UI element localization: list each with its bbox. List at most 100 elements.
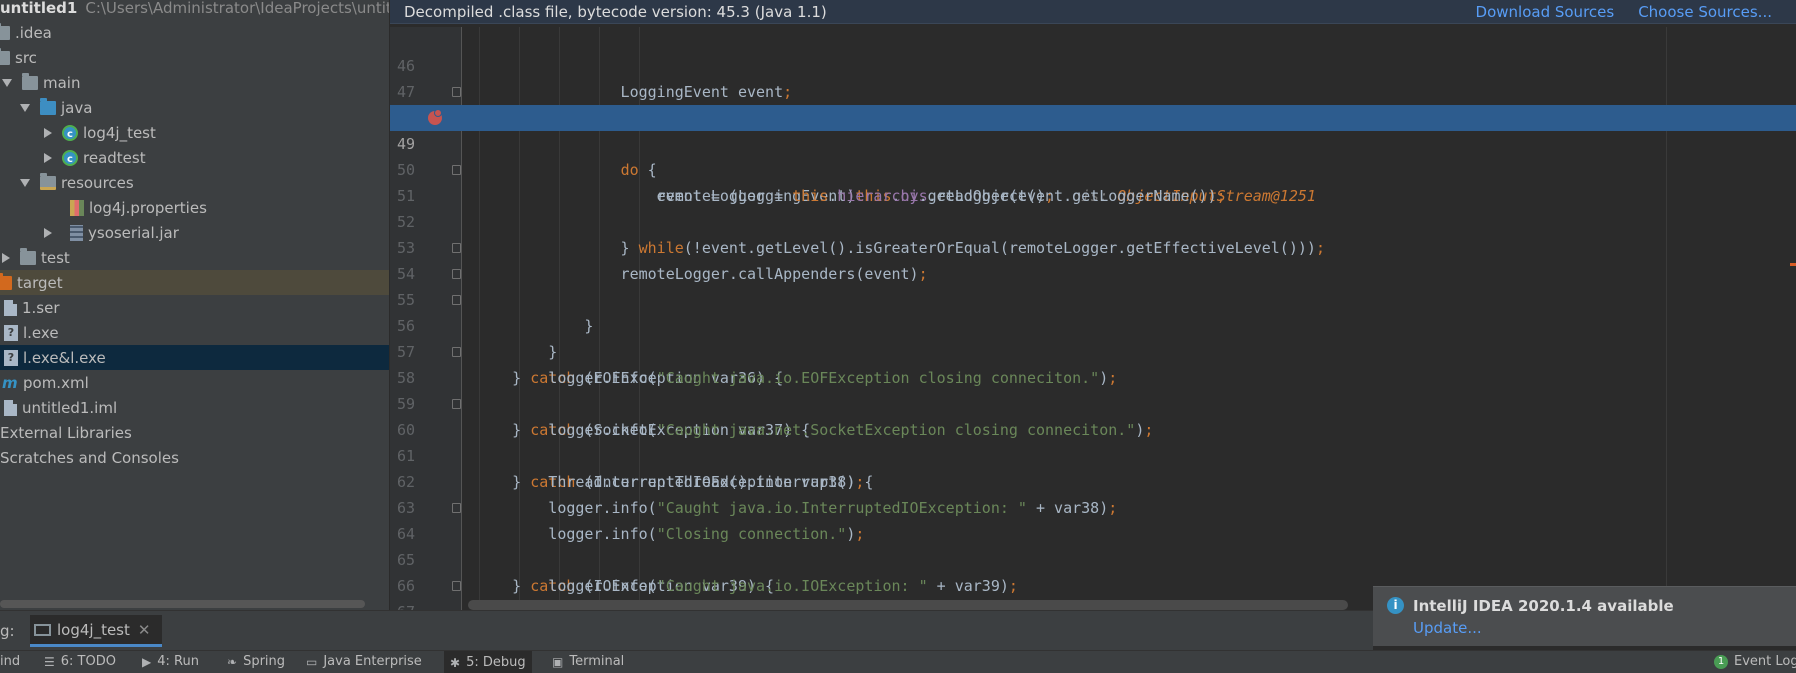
tree-item-label: 1.ser (22, 298, 60, 317)
tool-window-bar: ind ☰ 6: TODO ▶ 4: Run ❧ Spring ▭ Java E… (0, 650, 1796, 673)
class-icon: c (62, 149, 78, 166)
choose-sources-link[interactable]: Choose Sources... (1638, 3, 1772, 21)
tree-item-label: readtest (83, 148, 146, 167)
code-line-breakpoint[interactable]: 49 event = (LoggingEvent)this.ois.readOb… (390, 105, 1796, 205)
project-path: C:\Users\Administrator\IdeaProjects\unti… (85, 0, 389, 17)
source-folder-icon (40, 97, 56, 115)
code-line[interactable]: 55 } (390, 261, 1796, 361)
fold-marker-icon[interactable] (452, 503, 461, 513)
project-horizontal-scrollbar[interactable] (0, 600, 365, 608)
code-line[interactable]: 64 } catch (IOException var39) { (390, 495, 1796, 595)
tree-item-test[interactable]: test (2, 245, 389, 270)
code-line[interactable]: 47 Logger remoteLogger; (390, 53, 1796, 127)
code-line[interactable]: 51 } while(!event.getLevel().isGreaterOr… (390, 157, 1796, 257)
module-file-icon (4, 399, 17, 416)
code-line[interactable]: 56 } catch (EOFException var36) { (390, 287, 1796, 387)
window-icon (34, 623, 51, 636)
toolwindow-find[interactable]: ind (0, 654, 20, 669)
tree-item-1-ser[interactable]: 1.ser (0, 295, 389, 320)
tree-item-l-exe-l-exe[interactable]: ? l.exe&l.exe (0, 345, 389, 370)
tree-item-scratches[interactable]: Scratches and Consoles (0, 445, 389, 470)
tree-item-label: Scratches and Consoles (0, 448, 179, 467)
code-line[interactable]: 63 logger.info("Closing connection."); (390, 469, 1796, 543)
editor-horizontal-scrollbar[interactable] (468, 600, 1348, 610)
fold-marker-icon[interactable] (452, 87, 461, 97)
update-notification[interactable]: i IntelliJ IDEA 2020.1.4 available Updat… (1373, 586, 1796, 646)
toolwindow-label: 5: Debug (466, 655, 526, 670)
tree-item-label: test (41, 248, 70, 267)
code-line[interactable]: 60 } catch (InterruptedIOException var38… (390, 391, 1796, 491)
spring-icon: ❧ (227, 654, 238, 669)
tree-item-java[interactable]: java (20, 95, 389, 120)
toolwindow-todo[interactable]: ☰ 6: TODO (44, 654, 116, 669)
tree-item-idea[interactable]: .idea (0, 20, 383, 45)
collapse-arrow-icon[interactable] (44, 227, 52, 238)
tree-item-label: untitled1.iml (22, 398, 118, 417)
fold-marker-icon[interactable] (452, 243, 461, 253)
code-line[interactable]: 59 logger.info("Caught java.net.SocketEx… (390, 365, 1796, 439)
toolwindow-spring[interactable]: ❧ Spring (227, 654, 285, 669)
project-tool-window: untitled1 C:\Users\Administrator\IdeaPro… (0, 0, 389, 610)
code-line[interactable]: 58 } catch (SocketException var37) { (390, 339, 1796, 439)
toolwindow-event-log[interactable]: 1 Event Log (1714, 654, 1796, 669)
folder-icon (0, 22, 10, 40)
code-editor[interactable]: Decompiled .class file, bytecode version… (390, 0, 1796, 610)
tree-item-target[interactable]: target (0, 270, 389, 295)
toolwindow-label: 4: Run (157, 654, 199, 669)
collapse-arrow-icon[interactable] (44, 127, 52, 138)
tree-item-readtest[interactable]: c readtest (44, 145, 389, 170)
code-line[interactable]: 54 } (390, 235, 1796, 335)
fold-marker-icon[interactable] (452, 165, 461, 175)
expand-arrow-icon[interactable] (20, 103, 30, 112)
debug-tab-bar: g: log4j_test ✕ (0, 610, 1373, 650)
update-link[interactable]: Update... (1413, 619, 1482, 637)
code-line[interactable]: 61 Thread.currentThread().interrupt(); (390, 417, 1796, 491)
tree-item-pom-xml[interactable]: m pom.xml (0, 370, 389, 395)
list-icon: ☰ (44, 654, 55, 669)
fold-marker-icon[interactable] (452, 269, 461, 279)
toolwindow-java-enterprise[interactable]: ▭ Java Enterprise (306, 654, 422, 669)
code-line[interactable]: 65 logger.info("Caught java.io.IOExcepti… (390, 521, 1796, 595)
collapse-arrow-icon[interactable] (2, 252, 10, 263)
properties-file-icon (70, 199, 84, 216)
code-line[interactable]: 46 LoggingEvent event; (390, 27, 1796, 101)
fold-marker-icon[interactable] (452, 347, 461, 357)
toolwindow-run[interactable]: ▶ 4: Run (142, 654, 199, 669)
error-stripe-marker[interactable] (1790, 263, 1796, 266)
fold-marker-icon[interactable] (452, 295, 461, 305)
code-line[interactable]: 48 do { (390, 79, 1796, 179)
toolwindow-terminal[interactable]: ▣ Terminal (552, 654, 624, 669)
file-icon (4, 299, 17, 316)
tree-item-resources[interactable]: resources (20, 170, 389, 195)
fold-marker-icon[interactable] (452, 581, 461, 591)
tree-item-src[interactable]: src (0, 45, 383, 70)
code-line[interactable]: 53 remoteLogger.callAppenders(event); (390, 209, 1796, 283)
code-line[interactable]: 57 logger.info("Caught java.io.EOFExcept… (390, 313, 1796, 387)
collapse-arrow-icon[interactable] (44, 152, 52, 163)
expand-arrow-icon[interactable] (2, 78, 12, 87)
expand-arrow-icon[interactable] (20, 178, 30, 187)
toolwindow-label: Spring (243, 654, 286, 669)
notification-title: IntelliJ IDEA 2020.1.4 available (1413, 597, 1674, 615)
event-count-badge: 1 (1714, 654, 1728, 669)
debug-session-tab[interactable]: log4j_test ✕ (30, 615, 162, 647)
tree-root[interactable]: untitled1 C:\Users\Administrator\IdeaPro… (0, 0, 389, 20)
tree-item-l-exe[interactable]: ? l.exe (0, 320, 389, 345)
tree-item-ysoserial[interactable]: ysoserial.jar (44, 220, 389, 245)
tree-item-label: java (61, 98, 93, 117)
toolwindow-debug[interactable]: ✱ 5: Debug (444, 651, 532, 673)
code-line[interactable]: 62 logger.info("Caught java.io.Interrupt… (390, 443, 1796, 517)
close-icon[interactable]: ✕ (138, 621, 151, 639)
tree-item-untitled1-iml[interactable]: untitled1.iml (0, 395, 389, 420)
tree-item-external-libraries[interactable]: External Libraries (0, 420, 389, 445)
tree-item-log4j-properties[interactable]: log4j.properties (70, 195, 389, 220)
fold-marker-icon[interactable] (452, 399, 461, 409)
java-enterprise-icon: ▭ (306, 654, 318, 669)
code-line[interactable]: 66 logger.info("Closing connection."); (390, 547, 1796, 610)
tree-item-main[interactable]: main (2, 70, 389, 95)
code-line[interactable]: 52 (390, 183, 1796, 231)
tree-item-log4j-test[interactable]: c log4j_test (44, 120, 389, 145)
download-sources-link[interactable]: Download Sources (1476, 3, 1615, 21)
breakpoint-icon[interactable] (428, 109, 442, 125)
code-line[interactable]: 50 remoteLogger = this.hierarchy.getLogg… (390, 131, 1796, 205)
